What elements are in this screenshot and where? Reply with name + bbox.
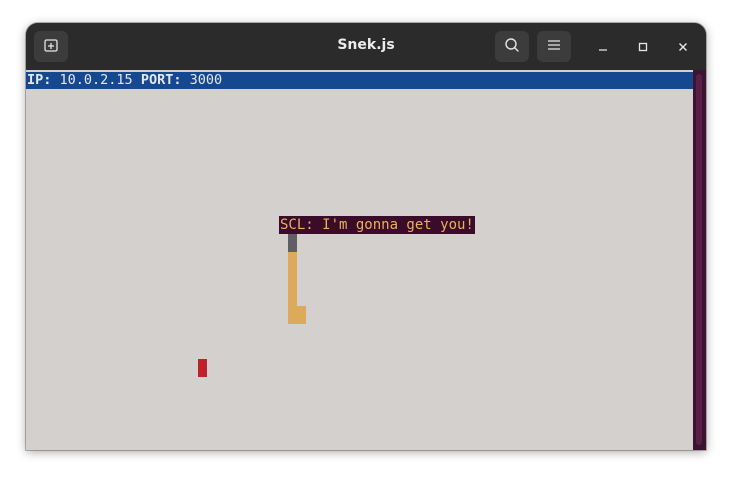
snake-tail-segment [297,306,306,324]
search-icon [504,37,520,57]
menu-button[interactable] [537,31,571,62]
terminal-window: Snek.js IP: 10.0.2.15 PORT: 3000 SCL: I'… [26,23,706,450]
port-label: PORT: [140,72,182,88]
close-icon [677,38,689,57]
close-button[interactable] [671,35,695,59]
minimize-button[interactable] [591,35,615,59]
search-button[interactable] [495,31,529,62]
scrollbar-thumb[interactable] [696,74,702,445]
scrollbar[interactable] [693,70,706,450]
new-tab-button[interactable] [34,31,68,62]
ip-value: 10.0.2.15 [59,72,133,88]
game-board[interactable]: IP: 10.0.2.15 PORT: 3000 SCL: I'm gonna … [26,70,694,450]
new-tab-icon [43,37,59,57]
minimize-icon [597,38,609,57]
snake-head [288,234,297,252]
port-value: 3000 [189,72,223,88]
maximize-icon [637,38,649,57]
snake-body-segment [288,252,297,324]
snake-speech-bubble: SCL: I'm gonna get you! [279,216,475,234]
maximize-button[interactable] [631,35,655,59]
title-bar[interactable]: Snek.js [26,23,706,70]
food-pellet [198,359,207,377]
connection-status-bar: IP: 10.0.2.15 PORT: 3000 [26,72,694,89]
ip-label: IP: [27,72,52,88]
hamburger-menu-icon [547,37,561,56]
